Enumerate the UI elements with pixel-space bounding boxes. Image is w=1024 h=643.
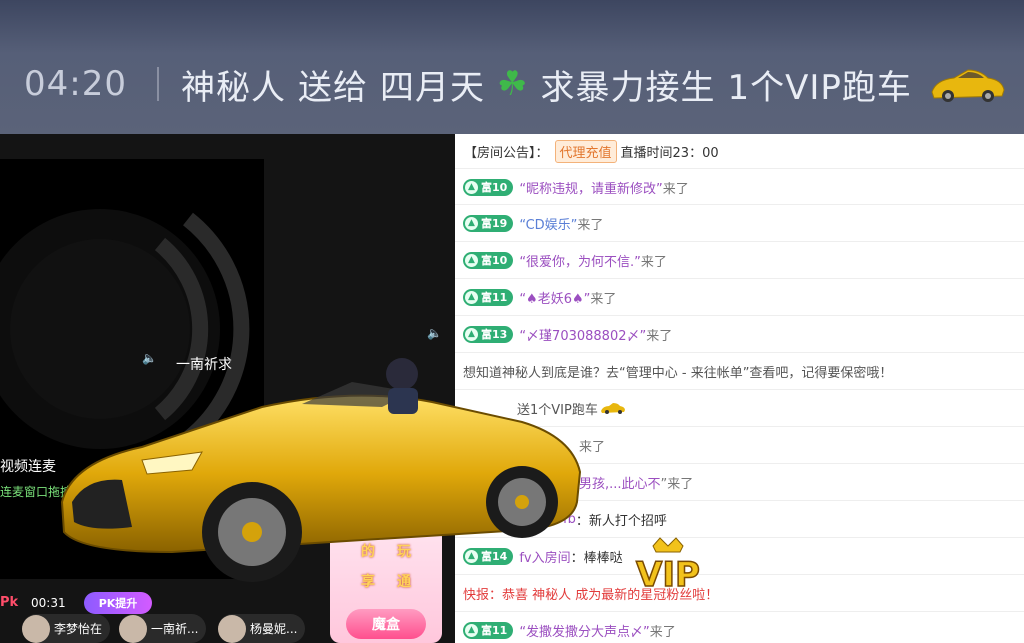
level-icon: ▲ — [465, 327, 478, 341]
wealth-level-badge: ▲ 富10 — [463, 178, 514, 196]
wealth-level-badge: ▲ 富11 — [463, 288, 514, 306]
user-chip[interactable]: 一南祈... — [119, 614, 207, 643]
broadcast-receiver-suffix: 求暴力接生 — [540, 67, 716, 108]
video-link-title: 视频连麦 — [0, 459, 56, 475]
chat-message: ▲ 富19 “CD娱乐” 来了 — [455, 204, 1024, 241]
clover-icon: ☘ — [496, 64, 529, 104]
chat-text: 来了 — [590, 291, 617, 307]
notice-label: 【房间公告】： — [464, 145, 549, 161]
avatar-icon — [218, 614, 246, 643]
avatar-icon — [22, 614, 50, 643]
wealth-level-badge: ▲ 富11 — [463, 621, 514, 639]
agent-recharge-tag[interactable]: 代理充值 — [554, 139, 617, 163]
level-label: 富11 — [481, 291, 508, 304]
chat-text: 来了 — [649, 624, 676, 640]
vip-crown-icon: VIP — [635, 537, 701, 596]
chat-username[interactable]: “〆瑾703088802〆” — [519, 325, 646, 344]
pk-boost-button[interactable]: PK提升 — [84, 592, 152, 614]
level-label: 富10 — [481, 181, 508, 194]
chat-message: ▲ 富10 “很爱你，为何不信.” 来了 — [455, 241, 1024, 278]
chat-text: ”来了 — [660, 476, 694, 492]
pk-logo: Pk — [0, 595, 19, 610]
level-icon: ▲ — [465, 216, 478, 230]
chat-username[interactable]: “很爱你，为何不信.” — [519, 251, 641, 270]
level-label: 富19 — [481, 217, 508, 230]
vip-sports-car-animation — [60, 358, 582, 582]
gift-broadcast-banner: 04:20 神秘人 送给 四月天 ☘ 求暴力接生 1个VIP跑车 — [0, 0, 1024, 134]
level-icon: ▲ — [465, 180, 478, 194]
broadcast-receiver: 四月天 — [379, 67, 485, 108]
sports-car-icon — [931, 69, 1005, 102]
level-icon: ▲ — [465, 623, 478, 637]
magic-box-button[interactable]: 魔盒 — [346, 609, 426, 639]
chat-message: ▲ 富11 “发撒发撒分大声点〆” 来了 — [455, 611, 1024, 643]
notice-text: 直播时间23：00 — [620, 145, 719, 161]
user-chip-name: 李梦怡在 — [54, 622, 103, 636]
broadcast-gift: 1个VIP跑车 — [727, 67, 912, 108]
level-label: 富13 — [481, 328, 508, 341]
level-icon: ▲ — [465, 253, 478, 267]
room-notice: 【房间公告】： 代理充值 直播时间23：00 — [455, 134, 1024, 168]
broadcast-sender: 神秘人 — [180, 67, 286, 108]
chat-message: ▲ 富10 “昵称违规，请重新修改” 来了 — [455, 168, 1024, 205]
speaker-icon[interactable]: 🔈 — [427, 326, 442, 340]
wealth-level-badge: ▲ 富13 — [463, 325, 514, 343]
chat-text: 来了 — [640, 254, 667, 270]
chat-username[interactable]: “CD娱乐” — [519, 214, 577, 233]
chat-text: 来了 — [646, 328, 673, 344]
chat-username[interactable]: “♠老妖6♠” — [519, 288, 590, 307]
broadcast-time: 04:20 — [24, 64, 127, 104]
user-chip[interactable]: 杨曼妮... — [218, 614, 306, 643]
chat-username[interactable]: “昵称违规，请重新修改” — [519, 178, 662, 197]
wealth-level-badge: ▲ 富10 — [463, 251, 514, 269]
wealth-level-badge: ▲ 富19 — [463, 214, 514, 232]
level-label: 富11 — [481, 624, 508, 637]
user-chip-name: 一南祈... — [151, 622, 199, 636]
sports-car-icon — [600, 403, 625, 414]
pk-timer: 00:31 — [31, 596, 66, 610]
chat-message: ▲ 富13 “〆瑾703088802〆” 来了 — [455, 315, 1024, 352]
broadcast-line: 04:20 神秘人 送给 四月天 ☘ 求暴力接生 1个VIP跑车 — [24, 56, 1006, 112]
chat-username[interactable]: “发撒发撒分大声点〆” — [519, 621, 649, 640]
svg-text:VIP: VIP — [636, 555, 700, 595]
avatar-icon — [119, 614, 147, 643]
chat-text: 来了 — [662, 181, 689, 197]
broadcast-verb: 送给 — [297, 67, 368, 108]
user-chip[interactable]: 李梦怡在 — [22, 614, 111, 643]
chat-message: ▲ 富11 “♠老妖6♠” 来了 — [455, 278, 1024, 315]
level-icon: ▲ — [465, 290, 478, 304]
user-chip-name: 杨曼妮... — [250, 622, 298, 636]
separator — [156, 67, 159, 101]
chat-text: 来了 — [577, 217, 604, 233]
level-label: 富10 — [481, 254, 508, 267]
